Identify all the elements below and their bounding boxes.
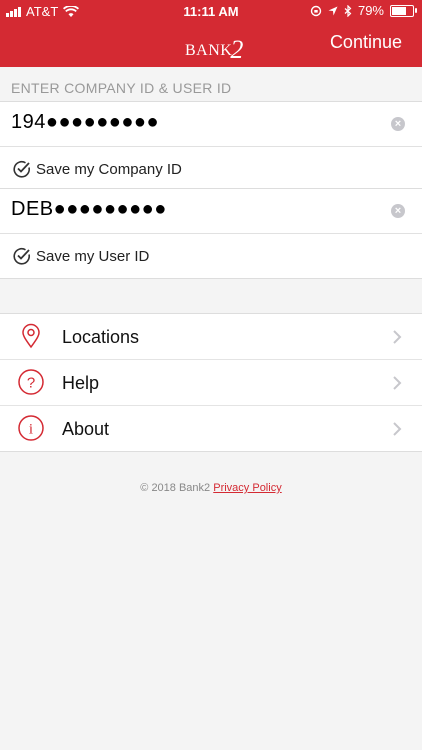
user-id-value[interactable]: DEB●●●●●●●●● (11, 198, 167, 221)
checkmark-circle-icon[interactable] (12, 246, 32, 266)
menu-item-help[interactable]: ? Help (0, 359, 422, 405)
company-id-group: 194●●●●●●●●● × Save my Company ID (0, 101, 422, 192)
copyright-text: © 2018 Bank2 (140, 482, 211, 494)
privacy-policy-link[interactable]: Privacy Policy (213, 482, 281, 494)
continue-button[interactable]: Continue (330, 32, 402, 53)
section-title: ENTER COMPANY ID & USER ID (11, 80, 232, 96)
battery-icon (390, 4, 417, 17)
footer: © 2018 Bank2 Privacy Policy (0, 482, 422, 494)
orientation-lock-icon (310, 5, 322, 16)
chevron-right-icon (393, 376, 402, 390)
checkmark-circle-icon[interactable] (12, 159, 32, 179)
location-pin-icon (22, 323, 40, 349)
save-user-id-label: Save my User ID (36, 248, 150, 265)
user-id-group: DEB●●●●●●●●● × Save my User ID (0, 188, 422, 279)
logo-number: 2 (230, 35, 244, 64)
svg-text:?: ? (27, 375, 35, 392)
location-arrow-icon (328, 6, 338, 15)
svg-text:i: i (29, 422, 33, 438)
logo-text: BANK (185, 42, 233, 59)
menu-label-about: About (62, 419, 110, 439)
bank2-logo: BANK2 (185, 32, 244, 64)
company-id-field[interactable]: 194●●●●●●●●● × (0, 102, 422, 146)
battery-percent: 79% (357, 3, 384, 18)
menu-label-locations: Locations (62, 327, 140, 347)
question-icon: ? (18, 369, 44, 395)
menu-item-about[interactable]: i About (0, 405, 422, 451)
chevron-right-icon (393, 422, 402, 436)
menu-list: Locations ? Help i About (0, 313, 422, 452)
info-icon: i (18, 415, 44, 441)
save-company-id-checkbox[interactable]: Save my Company ID (0, 146, 422, 191)
clear-user-id-icon[interactable]: × (391, 204, 405, 218)
clear-company-id-icon[interactable]: × (391, 117, 405, 131)
bluetooth-icon (344, 4, 352, 17)
top-bar: AT&T 11:11 AM 79% BANK2 Continue (0, 0, 422, 67)
menu-label-help: Help (62, 373, 100, 393)
company-id-value[interactable]: 194●●●●●●●●● (11, 111, 159, 134)
chevron-right-icon (393, 330, 402, 344)
save-user-id-checkbox[interactable]: Save my User ID (0, 233, 422, 278)
status-bar: AT&T 11:11 AM 79% (0, 0, 422, 22)
user-id-field[interactable]: DEB●●●●●●●●● × (0, 189, 422, 233)
save-company-id-label: Save my Company ID (36, 161, 182, 178)
menu-item-locations[interactable]: Locations (0, 314, 422, 359)
